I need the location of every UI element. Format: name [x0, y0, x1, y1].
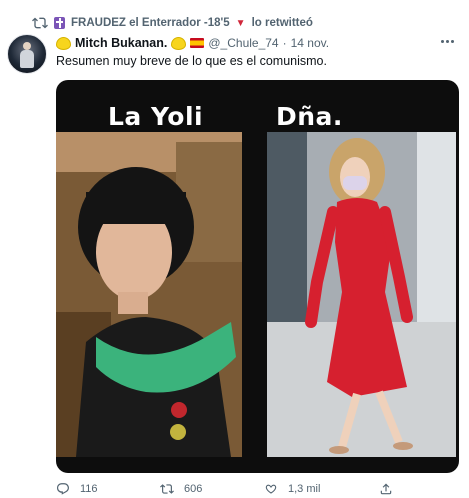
avatar-body	[20, 50, 34, 68]
lemon-emoji-icon	[171, 36, 187, 50]
reply-button[interactable]: 116	[56, 482, 98, 496]
tweet-actions: 116 606 1,3 mil	[56, 480, 459, 498]
retweet-icon	[160, 484, 174, 494]
cross-emoji-icon	[54, 17, 65, 29]
tweet-media[interactable]: La Yoli Dña. Yolanda	[56, 80, 459, 473]
left-caption: La Yoli	[108, 102, 204, 131]
like-count: 1,3 mil	[288, 483, 321, 495]
author-name[interactable]: Mitch Bukanan.	[75, 36, 167, 50]
retweet-button[interactable]: 606	[160, 482, 202, 496]
left-photo-illustration	[56, 132, 242, 457]
avatar[interactable]	[7, 34, 47, 74]
down-triangle-icon: ▼	[235, 17, 246, 29]
avatar-head	[23, 42, 31, 50]
tweet-header: Mitch Bukanan. @_Chule_74 · 14 nov.	[56, 34, 459, 52]
share-icon	[380, 483, 392, 495]
right-photo	[267, 132, 456, 457]
retweet-attribution[interactable]: FRAUDEZ el Enterrador -18'5 ▼ lo retwitt…	[32, 14, 459, 32]
retweet-count: 606	[184, 483, 203, 495]
reply-count: 116	[80, 483, 98, 495]
retweet-suffix: lo retwitteó	[251, 17, 313, 29]
separator-dot: ·	[282, 36, 287, 50]
tweet-text: Resumen muy breve de lo que es el comuni…	[56, 54, 327, 68]
spain-flag-icon	[190, 38, 205, 48]
author-handle[interactable]: @_Chule_74	[208, 36, 278, 50]
retweeter-name[interactable]: FRAUDEZ el Enterrador -18'5	[71, 17, 230, 29]
like-button[interactable]: 1,3 mil	[264, 482, 320, 496]
more-icon[interactable]	[441, 40, 457, 44]
lemon-emoji-icon	[56, 36, 71, 50]
tweet-date[interactable]: 14 nov.	[291, 36, 329, 50]
right-photo-illustration	[267, 132, 456, 457]
left-photo	[56, 132, 242, 457]
retweet-icon	[32, 17, 48, 29]
reply-icon	[57, 483, 69, 495]
share-button[interactable]	[379, 482, 393, 496]
like-icon	[265, 484, 277, 494]
